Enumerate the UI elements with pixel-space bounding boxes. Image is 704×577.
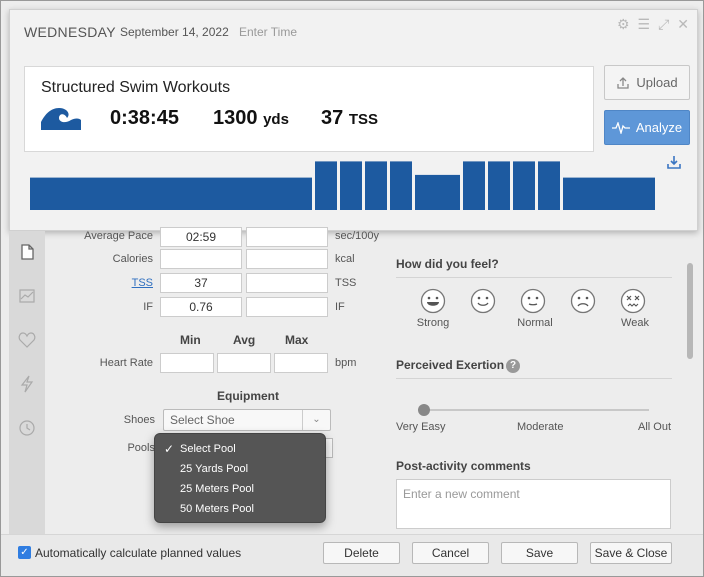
pool-option-50-meters[interactable]: 50 Meters Pool xyxy=(155,499,325,519)
date-label: September 14, 2022 xyxy=(120,25,229,39)
feel-title: How did you feel? xyxy=(396,257,499,271)
save-close-button[interactable]: Save & Close xyxy=(590,542,672,564)
upload-icon xyxy=(617,76,630,89)
divider xyxy=(396,277,672,278)
interval-bar[interactable] xyxy=(315,161,337,210)
tss-completed-input[interactable] xyxy=(246,273,328,293)
if-planned-input[interactable]: 0.76 xyxy=(160,297,242,317)
dialog-footer: ✓ Automatically calculate planned values… xyxy=(1,534,703,576)
interval-bar[interactable] xyxy=(563,177,655,210)
if-label: IF xyxy=(143,301,153,313)
window-controls: ⚙ ☰ ⤢ ✕ xyxy=(617,16,689,33)
interval-bar[interactable] xyxy=(365,161,387,210)
exertion-slider-handle[interactable] xyxy=(418,404,430,416)
pool-option-select[interactable]: ✓ Select Pool xyxy=(155,439,325,459)
distance-value: 1300 yds xyxy=(213,107,289,129)
analyze-button[interactable]: Analyze xyxy=(604,110,690,145)
feel-weak-label: Weak xyxy=(621,317,649,329)
shoes-select[interactable]: Select Shoe ⌄ xyxy=(163,409,331,431)
avg-pace-label: Average Pace xyxy=(84,230,153,242)
clock-icon[interactable] xyxy=(18,419,36,437)
interval-bar[interactable] xyxy=(488,161,510,210)
pool-option-25-meters[interactable]: 25 Meters Pool xyxy=(155,479,325,499)
auto-calc-checkbox[interactable]: ✓ xyxy=(18,546,31,559)
tss-planned-input[interactable]: 37 xyxy=(160,273,242,293)
divider xyxy=(396,378,672,379)
tss-unit: TSS xyxy=(335,277,357,289)
if-unit: IF xyxy=(335,301,345,313)
wave-icon xyxy=(41,108,81,130)
heart-rate-label: Heart Rate xyxy=(99,357,153,369)
avg-pace-completed-input[interactable] xyxy=(246,227,328,247)
help-icon[interactable]: ? xyxy=(506,359,521,373)
upload-button[interactable]: Upload xyxy=(604,65,690,100)
exertion-max-label: All Out xyxy=(638,421,672,433)
avg-header: Avg xyxy=(233,333,256,347)
interval-bar[interactable] xyxy=(340,161,362,210)
pool-option-25-yards[interactable]: 25 Yards Pool xyxy=(155,459,325,479)
pools-label: Pools xyxy=(127,442,155,454)
equipment-title: Equipment xyxy=(217,389,279,403)
duration-value: 0:38:45 xyxy=(110,107,179,129)
interval-bar[interactable] xyxy=(463,161,485,210)
heart-rate-unit: bpm xyxy=(335,357,357,369)
auto-calc-label: Automatically calculate planned values xyxy=(35,546,242,560)
workout-summary: Structured Swim Workouts 0:38:45 1300 yd… xyxy=(24,66,594,152)
avg-pace-unit: sec/100y xyxy=(335,230,380,242)
face-normal-icon[interactable] xyxy=(520,288,546,314)
time-input[interactable]: Enter Time xyxy=(239,25,297,39)
comments-title: Post-activity comments xyxy=(396,459,531,473)
exertion-mid-label: Moderate xyxy=(517,421,564,433)
chevron-down-icon: ⌄ xyxy=(302,410,330,430)
gear-icon[interactable]: ⚙ xyxy=(617,16,630,33)
face-strong-icon[interactable] xyxy=(420,288,446,314)
face-good-icon[interactable] xyxy=(470,288,496,314)
comment-input[interactable]: Enter a new comment xyxy=(396,479,671,529)
tss-link[interactable]: TSS xyxy=(33,277,153,289)
workout-dialog: WEDNESDAY September 14, 2022 Enter Time … xyxy=(0,0,704,577)
feel-normal-label: Normal xyxy=(517,317,553,329)
pulse-icon xyxy=(611,121,630,134)
interval-bar[interactable] xyxy=(390,161,412,210)
interval-bar[interactable] xyxy=(30,177,312,210)
save-button[interactable]: Save xyxy=(501,542,578,564)
avg-pace-planned-input[interactable]: 02:59 xyxy=(160,227,242,247)
exertion-title: Perceived Exertion? xyxy=(396,358,521,373)
bolt-icon[interactable] xyxy=(18,375,36,393)
calories-completed-input[interactable] xyxy=(246,249,328,269)
hr-min-input[interactable] xyxy=(160,353,214,373)
face-weak-icon[interactable] xyxy=(620,288,646,314)
if-completed-input[interactable] xyxy=(246,297,328,317)
calories-label: Calories xyxy=(112,253,153,265)
menu-icon[interactable]: ☰ xyxy=(638,16,651,33)
workout-title: Structured Swim Workouts xyxy=(41,79,231,96)
hr-avg-input[interactable] xyxy=(217,353,271,373)
interval-bar[interactable] xyxy=(538,161,560,210)
workout-structure-chart xyxy=(30,161,655,210)
calories-planned-input[interactable] xyxy=(160,249,242,269)
exertion-slider-track[interactable] xyxy=(424,409,649,411)
max-header: Max xyxy=(285,333,309,347)
day-label: WEDNESDAY xyxy=(24,24,116,40)
delete-button[interactable]: Delete xyxy=(323,542,400,564)
heart-icon[interactable] xyxy=(18,331,36,349)
scrollbar-thumb[interactable] xyxy=(687,263,693,359)
feel-strong-label: Strong xyxy=(416,317,450,329)
tss-value: 37 TSS xyxy=(321,107,378,129)
shoes-label: Shoes xyxy=(123,414,155,426)
cancel-button[interactable]: Cancel xyxy=(412,542,489,564)
calories-unit: kcal xyxy=(335,253,355,265)
workout-header: WEDNESDAY September 14, 2022 Enter Time … xyxy=(9,9,698,231)
exertion-min-label: Very Easy xyxy=(396,421,446,433)
face-sad-icon[interactable] xyxy=(570,288,596,314)
hr-max-input[interactable] xyxy=(274,353,328,373)
close-icon[interactable]: ✕ xyxy=(677,16,689,33)
min-header: Min xyxy=(180,333,201,347)
interval-bar[interactable] xyxy=(415,174,460,210)
pool-dropdown-menu: ✓ Select Pool 25 Yards Pool 25 Meters Poo… xyxy=(154,433,326,523)
expand-icon[interactable]: ⤢ xyxy=(658,16,669,33)
interval-bar[interactable] xyxy=(513,161,535,210)
checkmark-icon: ✓ xyxy=(164,442,175,456)
